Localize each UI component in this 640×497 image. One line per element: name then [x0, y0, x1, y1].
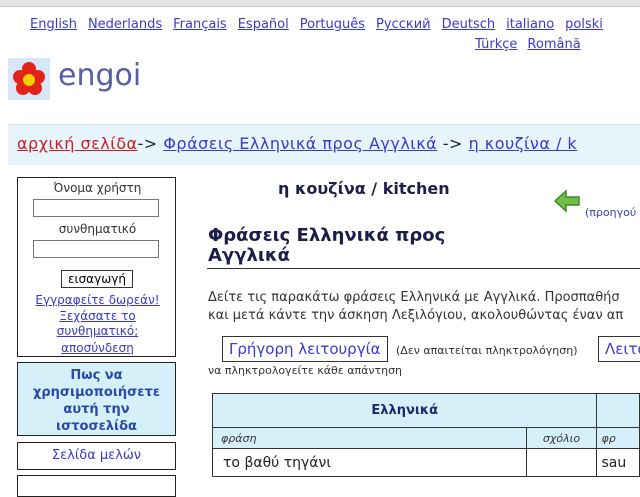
sidebar: Όνομα χρήστη συνθηματικό εισαγωγή Εγγραφ… — [17, 177, 176, 497]
phrase-subheader-english: φρ — [596, 427, 640, 449]
english-column-header — [596, 393, 640, 428]
greek-column-header: Ελληνικά — [211, 393, 598, 428]
comment-cell — [525, 448, 598, 477]
intro-line: Δείτε τις παρακάτω φράσεις Ελληνικά με Α… — [208, 290, 620, 305]
quick-mode-note: (Δεν απαιτείται πληκτρολόγηση) — [396, 344, 578, 357]
english-cell: sau — [596, 448, 640, 477]
password-label: συνθηματικό — [58, 222, 137, 236]
password-input[interactable] — [33, 240, 159, 258]
quick-mode-button[interactable]: Γρήγορη λειτουργία — [222, 336, 388, 362]
comment-subheader: σχόλιο — [525, 427, 598, 449]
language-row-2: Türkçe Română — [475, 37, 591, 52]
lang-link-german[interactable]: Deutsch — [442, 17, 496, 32]
lang-link-portuguese[interactable]: Português — [300, 17, 365, 32]
browser-tab-strip — [0, 0, 640, 7]
intro-text: Δείτε τις παρακάτω φράσεις Ελληνικά με Α… — [208, 289, 640, 325]
phrase-subheader: φράση — [212, 427, 527, 449]
logout-link[interactable]: αποσύνδεση — [18, 341, 177, 355]
flower-logo-icon[interactable] — [8, 58, 50, 100]
phrases-table: Ελληνικά φράση σχόλιο φρ το βαθύ τηγάνι … — [211, 393, 640, 477]
previous-link[interactable]: (προηγού — [585, 206, 636, 219]
breadcrumb-kitchen-link[interactable]: η κουζίνα / k — [469, 134, 578, 153]
breadcrumb-separator: -> — [442, 134, 463, 153]
typing-mode-note: να πληκτρολογείτε κάθε απάντηση — [208, 364, 403, 377]
phrase-cell: το βαθύ τηγάνι — [212, 448, 527, 477]
forgot-password-link[interactable]: Ξεχάσατε το συνθηματικό; — [18, 309, 177, 339]
help-box[interactable]: Πως να χρησιμοποιήσετε αυτή την ιστοσελί… — [17, 362, 176, 436]
breadcrumb-phrases-link[interactable]: Φράσεις Ελληνικά προς Αγγλικά — [163, 134, 437, 153]
lang-link-dutch[interactable]: Nederlands — [88, 17, 162, 32]
username-label: Όνομα χρήστη — [53, 181, 142, 195]
heading-divider — [207, 268, 640, 269]
sidebar-next-box — [17, 475, 176, 497]
lang-link-romanian[interactable]: Română — [527, 37, 580, 52]
username-input[interactable] — [33, 199, 159, 217]
breadcrumb-home-link[interactable]: αρχική σελίδα — [17, 134, 138, 153]
back-arrow-icon[interactable] — [553, 188, 581, 218]
page-title: η κουζίνα / kitchen — [278, 179, 450, 198]
login-button[interactable]: εισαγωγή — [61, 270, 133, 288]
lang-link-polish[interactable]: polski — [565, 17, 603, 32]
lang-link-russian[interactable]: Русский — [376, 17, 431, 32]
lang-link-spanish[interactable]: Español — [238, 17, 289, 32]
lang-link-turkish[interactable]: Türkçe — [475, 37, 517, 52]
breadcrumb: αρχική σελίδα-> Φράσεις Ελληνικά προς Αγ… — [17, 134, 577, 153]
register-link[interactable]: Εγγραφείτε δωρεάν! — [18, 293, 177, 307]
typing-mode-button[interactable]: Λειτο — [598, 336, 640, 362]
login-box: Όνομα χρήστη συνθηματικό εισαγωγή Εγγραφ… — [17, 177, 176, 357]
members-page-link[interactable]: Σελίδα μελών — [52, 448, 141, 463]
lang-link-italian[interactable]: italiano — [506, 17, 554, 32]
table-row: το βαθύ τηγάνι sau — [212, 448, 640, 477]
language-row-1: English Nederlands Français Español Portuguê… — [30, 17, 614, 32]
section-heading: Φράσεις Ελληνικά προς Αγγλικά — [208, 225, 446, 266]
lang-link-english[interactable]: English — [30, 17, 77, 32]
lang-link-french[interactable]: Français — [173, 17, 227, 32]
help-link[interactable]: Πως να χρησιμοποιήσετε αυτή την ιστοσελί… — [18, 367, 175, 435]
members-box[interactable]: Σελίδα μελών — [17, 442, 176, 470]
breadcrumb-separator: -> — [137, 134, 158, 153]
intro-line: και μετά κάντε την άσκηση Λεξιλόγιου, ακ… — [208, 308, 624, 323]
brand-name[interactable]: engoi — [58, 58, 141, 93]
